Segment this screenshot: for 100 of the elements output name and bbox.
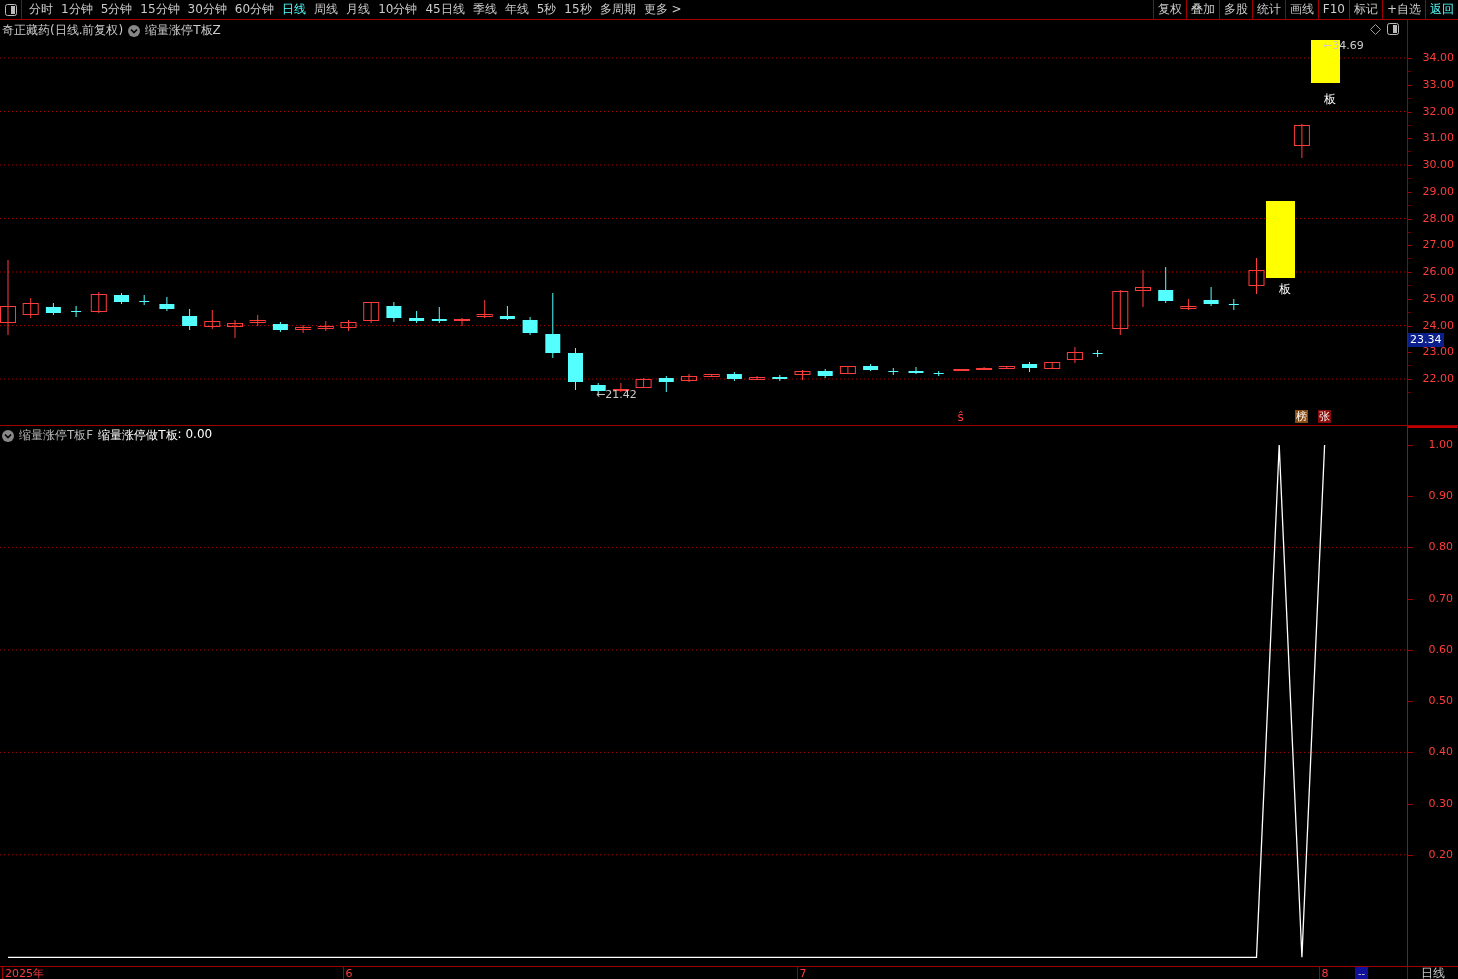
period-tab[interactable]: 月线 [342,0,375,19]
rising-candle [476,299,493,319]
rising-candle [340,319,357,332]
toolbar-button[interactable]: F10 [1317,0,1349,19]
period-tab[interactable]: 更多 > [639,0,686,19]
rising-candle [1112,289,1129,336]
rising-candle [363,301,380,324]
indicator-axis-label: 0.80 [1428,540,1453,555]
falling-candle [817,368,833,379]
falling-candle [1203,286,1219,307]
indicator-series-name: 缩量涨停做T板 [98,427,178,444]
rising-candle [635,377,652,389]
price-axis-label: 30.00 [1422,159,1454,171]
falling-candle [1158,266,1174,304]
rising-candle [454,317,470,327]
toolbar-button[interactable]: 标记 [1348,0,1382,19]
price-axis-label: 33.00 [1422,78,1454,91]
rising-candle [1293,123,1310,159]
price-axis-label: 31.00 [1422,132,1454,145]
falling-candle [887,367,899,376]
signal-tag: 张 [1317,410,1331,423]
current-price-label: 23.34 [1408,333,1444,347]
period-tab[interactable]: 周线 [310,0,343,19]
falling-candle [159,296,175,312]
price-axis-label: 22.00 [1422,373,1454,385]
falling-candle [182,308,198,331]
period-tab[interactable]: 5分钟 [96,0,137,19]
falling-candle [908,366,924,375]
indicator-title[interactable]: 缩量涨停T板F [19,427,94,444]
rising-candle [749,375,766,381]
price-axis-label: 25.00 [1422,292,1454,305]
toolbar-button[interactable]: 多股 [1218,0,1252,19]
dropdown-icon[interactable] [128,24,141,37]
rising-candle [90,291,107,314]
period-tab[interactable]: 30分钟 [183,0,231,19]
date-label: 7 [796,967,807,979]
falling-candle [45,302,61,316]
price-axis-label: 29.00 [1422,185,1454,198]
dropdown-icon[interactable] [2,429,14,442]
period-tab[interactable]: 日线 [278,0,311,19]
falling-candle [772,374,788,382]
period-tab[interactable]: 15分钟 [136,0,184,19]
indicator-reading: : 0.00 [177,427,213,443]
period-tab[interactable]: 10分钟 [374,0,422,19]
rising-candle [1044,361,1061,370]
falling-candle [933,370,945,377]
rising-candle [295,324,312,334]
diamond-icon[interactable] [1370,23,1381,35]
panel-toggle-icon[interactable] [4,3,17,16]
board-label: 板 [1324,92,1336,106]
period-tab[interactable]: 5秒 [532,0,561,19]
falling-candle [431,306,447,324]
price-axis-label: 23.00 [1422,346,1454,359]
stock-title: 奇正藏药(日线.前复权) [2,22,124,39]
falling-candle [658,375,674,393]
toolbar-button[interactable]: +自选 [1381,0,1425,19]
indicator-axis-label: 0.60 [1428,642,1453,657]
rising-candle [839,365,856,375]
falling-candle [1228,298,1240,311]
falling-candle [70,305,82,318]
price-axis-label: 26.00 [1422,266,1454,278]
period-tab[interactable]: 多周期 [595,0,640,19]
panel-toggle-icon[interactable] [1387,23,1399,35]
price-axis-label: 24.00 [1422,319,1454,332]
indicator-axis-label: 1.00 [1428,437,1453,452]
toolbar-button[interactable]: 返回 [1425,0,1458,19]
signal-marker: ŝ [957,410,964,424]
toolbar-button[interactable]: 复权 [1152,0,1186,19]
period-tab[interactable]: 季线 [468,0,501,19]
indicator-axis-label: 0.20 [1428,847,1453,862]
formula-name[interactable]: 缩量涨停T板Z [145,22,221,39]
rising-candle [681,373,697,383]
period-tab[interactable]: 年线 [500,0,533,19]
price-axis-label: 27.00 [1422,239,1454,252]
rising-candle [1066,346,1083,364]
rising-candle [1180,298,1197,311]
signal-tag: 榜 [1294,410,1308,423]
period-tab[interactable]: 分时 [25,0,57,19]
period-label: 日线 [1421,966,1445,979]
period-tab[interactable]: 45日线 [421,0,469,19]
falling-candle [409,310,425,324]
toolbar-button[interactable]: 画线 [1284,0,1318,19]
rising-candle [227,319,243,339]
falling-candle [499,305,515,321]
toolbar-button[interactable]: 叠加 [1185,0,1219,19]
cursor-date-label: -- [1355,967,1369,979]
date-label: 2025年 [2,967,44,979]
indicator-axis-label: 0.40 [1428,745,1453,760]
price-axis-label: 28.00 [1422,212,1454,225]
period-tab[interactable]: 1分钟 [57,0,97,19]
falling-candle [272,321,288,333]
falling-candle [863,363,879,372]
falling-candle [726,371,742,382]
low-price-annotation: ←21.42 [596,388,637,402]
falling-candle [386,301,402,323]
period-tab[interactable]: 15秒 [560,0,596,19]
toolbar-button[interactable]: 统计 [1251,0,1285,19]
period-tab[interactable]: 60分钟 [230,0,279,19]
indicator-axis-label: 0.90 [1428,489,1453,504]
date-label: 8 [1318,967,1329,979]
